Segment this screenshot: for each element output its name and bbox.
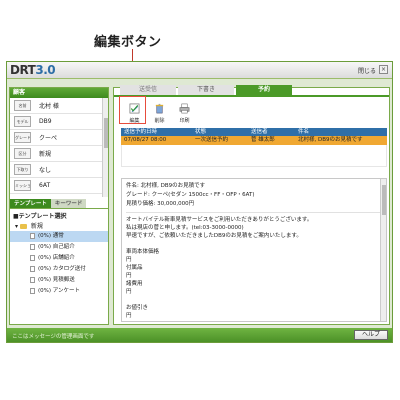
tab-keyword[interactable]: キーワード bbox=[50, 199, 87, 208]
col-header-schedule[interactable]: 送信予約日時 bbox=[121, 128, 192, 136]
customer-row-grade: グレード クーペ bbox=[10, 130, 108, 146]
close-button[interactable]: 閉じる bbox=[358, 66, 376, 75]
customer-row-model: モデル DB9 bbox=[10, 114, 108, 130]
document-icon bbox=[30, 243, 35, 250]
template-select-title: ■テンプレート選択 bbox=[13, 213, 67, 220]
customer-panel: 顧客 名前 北村 様 モデル DB9 グレード クーペ 区分 新規 下取り なし bbox=[9, 87, 109, 325]
field-value-tradein: なし bbox=[39, 167, 52, 174]
body-line: 車両本体価格 bbox=[126, 249, 160, 255]
field-key-tradein: 下取り bbox=[14, 164, 31, 175]
customer-row-name: 名前 北村 様 bbox=[10, 98, 108, 114]
table-row[interactable]: 07/08/27 08:00 一次送信予約 菅 雄太郎 北村様, DB9のお見積… bbox=[121, 136, 387, 145]
template-item-survey[interactable]: (0%) アンケート bbox=[10, 286, 108, 297]
customer-row-tradein: 下取り なし bbox=[10, 162, 108, 178]
template-item-store-intro[interactable]: (0%) 店舗紹介 bbox=[10, 253, 108, 264]
document-icon bbox=[30, 276, 35, 283]
customer-panel-header: 顧客 bbox=[10, 88, 108, 98]
status-message: ここはメッセージの管理画面です bbox=[12, 334, 95, 340]
printer-icon bbox=[179, 103, 190, 114]
message-panel: 送受信 下書き 予約 編集 削除 印刷 送信予約日時 状態 送信者 件名 07/… bbox=[113, 85, 390, 325]
table-header: 送信予約日時 状態 送信者 件名 bbox=[121, 128, 387, 136]
folder-new[interactable]: ▾ 新規 bbox=[10, 222, 108, 231]
field-value-model: DB9 bbox=[39, 118, 52, 125]
field-value-mission: 6AT bbox=[39, 182, 51, 189]
body-line: 早速ですが、ご依頼いただきましたDB9のお見積をご案内いたします。 bbox=[126, 233, 302, 239]
document-icon bbox=[30, 232, 35, 239]
template-tabs: テンプレート キーワード bbox=[10, 199, 108, 209]
tab-drafts[interactable]: 下書き bbox=[178, 85, 234, 95]
tab-scheduled[interactable]: 予約 bbox=[236, 85, 292, 95]
customer-scrollbar[interactable] bbox=[102, 98, 108, 197]
table-empty-area bbox=[121, 145, 387, 167]
cell-status: 一次送信予約 bbox=[195, 137, 229, 143]
template-item-self-intro[interactable]: (0%) 自己紹介 bbox=[10, 242, 108, 253]
field-value-grade: クーペ bbox=[39, 135, 58, 142]
cell-schedule: 07/08/27 08:00 bbox=[124, 137, 167, 143]
document-icon bbox=[30, 254, 35, 261]
body-line: 諸費用 bbox=[126, 281, 143, 287]
folder-label: 新規 bbox=[30, 223, 43, 230]
body-line bbox=[126, 296, 382, 304]
field-value-type: 新規 bbox=[39, 151, 52, 158]
callout-label: 編集ボタン bbox=[94, 35, 162, 50]
field-key-mission: ミッション bbox=[14, 180, 31, 191]
tree-expand-icon[interactable]: ▾ bbox=[15, 223, 18, 230]
app-logo: DRT3.0 bbox=[10, 63, 56, 77]
field-key-type: 区分 bbox=[14, 148, 31, 159]
body-line: 円 bbox=[126, 273, 132, 279]
callout-highlight-box bbox=[119, 96, 146, 124]
body-line: 円 bbox=[126, 257, 132, 263]
cell-subject: 北村様, DB9のお見積です bbox=[298, 137, 363, 143]
template-item-estimate-mail[interactable]: (0%) 見積郵送 bbox=[10, 275, 108, 286]
preview-meta: 件名: 北村様, DB9のお見積です グレード: クーペ(セダン 1500cc・… bbox=[122, 179, 386, 209]
document-icon bbox=[30, 265, 35, 272]
preview-grade: グレード: クーペ(セダン 1500cc・FF・OFP・6AT) bbox=[126, 192, 255, 198]
print-button[interactable]: 印刷 bbox=[172, 101, 197, 125]
template-item-normal[interactable]: (0%) 通常 bbox=[10, 231, 108, 242]
field-key-model: モデル bbox=[14, 116, 31, 127]
customer-row-mission: ミッション 6AT bbox=[10, 178, 108, 194]
body-line: 円 bbox=[126, 289, 132, 295]
app-window: DRT3.0 閉じる × 顧客 名前 北村 様 モデル DB9 グレード クーペ… bbox=[6, 61, 393, 343]
body-line: 円 bbox=[126, 313, 132, 319]
trash-icon bbox=[155, 103, 164, 114]
body-line: オートバイテル新車見積サービスをご利用いただきありがとうございます。 bbox=[126, 217, 313, 223]
body-line: お値引き bbox=[126, 305, 149, 311]
field-key-grade: グレード bbox=[14, 132, 31, 143]
scheduled-mail-table: 送信予約日時 状態 送信者 件名 07/08/27 08:00 一次送信予約 菅… bbox=[121, 128, 387, 167]
preview-scrollbar[interactable] bbox=[380, 179, 386, 321]
delete-button[interactable]: 削除 bbox=[147, 101, 172, 125]
field-key-name: 名前 bbox=[14, 100, 31, 111]
tab-template[interactable]: テンプレート bbox=[10, 199, 51, 208]
document-icon bbox=[30, 287, 35, 294]
message-preview: 件名: 北村様, DB9のお見積です グレード: クーペ(セダン 1500cc・… bbox=[121, 178, 387, 322]
col-header-sender[interactable]: 送信者 bbox=[248, 128, 295, 136]
body-line: 私は現店の菅と申します。(tel:03-3000-0000) bbox=[126, 225, 244, 231]
help-button[interactable]: ヘルプ bbox=[354, 330, 388, 340]
field-value-name: 北村 様 bbox=[39, 103, 59, 110]
template-item-catalog[interactable]: (0%) カタログ送付 bbox=[10, 264, 108, 275]
customer-row-type: 区分 新規 bbox=[10, 146, 108, 162]
col-header-status[interactable]: 状態 bbox=[192, 128, 248, 136]
tab-send-receive[interactable]: 送受信 bbox=[120, 85, 176, 95]
preview-price: 見積り価格: 30,000,000円 bbox=[126, 201, 195, 207]
preview-divider bbox=[126, 212, 382, 213]
body-line: 付属品 bbox=[126, 265, 143, 271]
status-bar: ここはメッセージの管理画面です ヘルプ bbox=[7, 328, 392, 342]
folder-icon bbox=[19, 224, 27, 229]
customer-info-list: 名前 北村 様 モデル DB9 グレード クーペ 区分 新規 下取り なし ミッ… bbox=[10, 98, 108, 197]
cell-sender: 菅 雄太郎 bbox=[251, 137, 275, 143]
message-tabs: 送受信 下書き 予約 bbox=[120, 85, 294, 95]
preview-body: オートバイテル新車見積サービスをご利用いただきありがとうございます。 私は現店の… bbox=[122, 216, 386, 320]
tab-underline bbox=[114, 95, 389, 97]
preview-subject: 件名: 北村様, DB9のお見積です bbox=[126, 183, 206, 189]
close-icon[interactable]: × bbox=[379, 65, 388, 74]
col-header-subject[interactable]: 件名 bbox=[295, 128, 387, 136]
title-bar: DRT3.0 閉じる × bbox=[7, 62, 392, 79]
body-line bbox=[126, 240, 382, 248]
